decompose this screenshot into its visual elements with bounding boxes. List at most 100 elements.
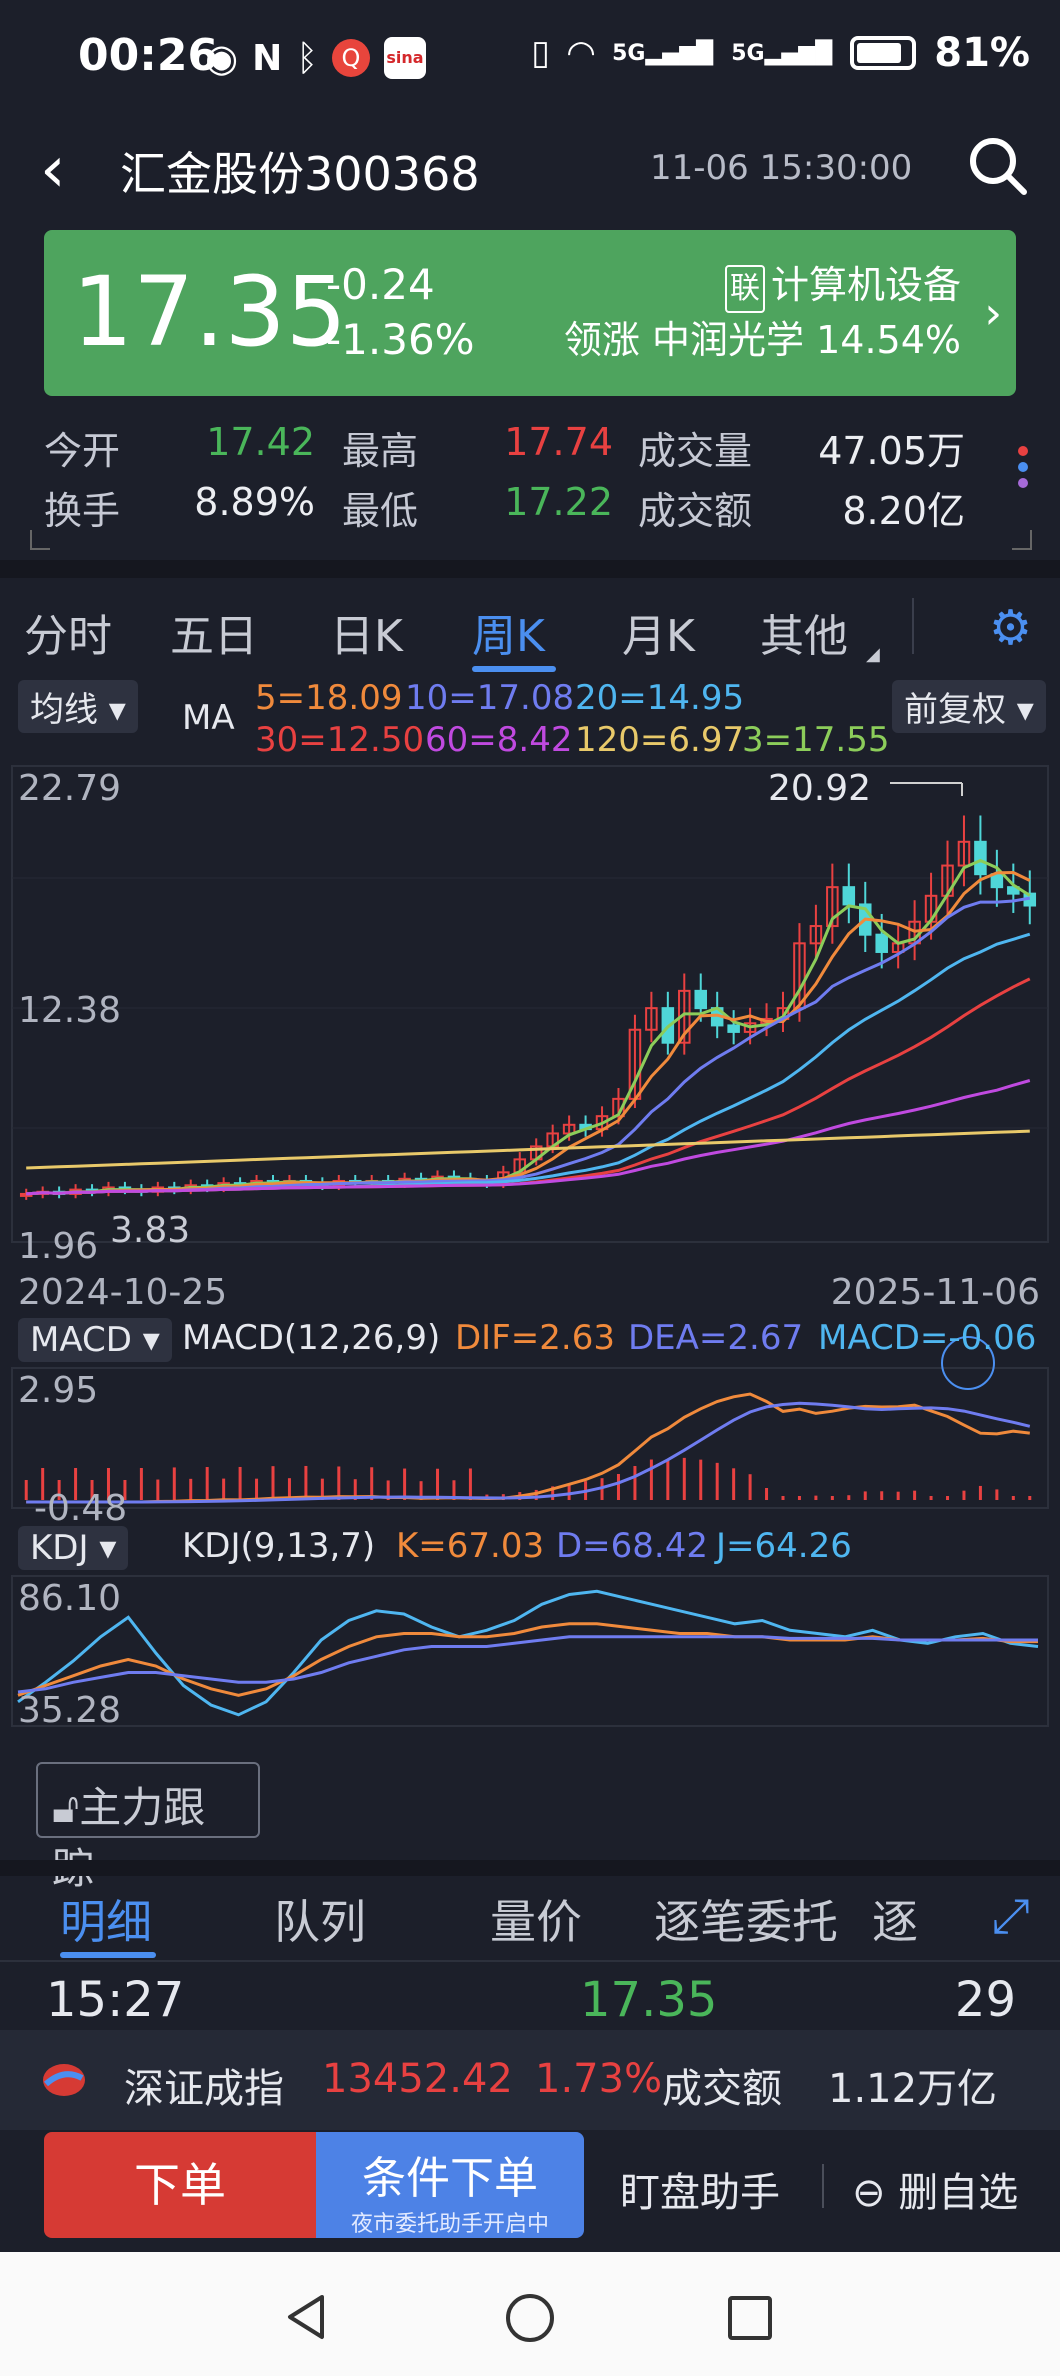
candle-body-52 (875, 933, 888, 953)
corner-mark-right (1012, 530, 1032, 550)
back-arrow-icon[interactable]: ‹ (40, 138, 66, 202)
d-line (17, 1635, 1038, 1694)
y-axis-low: 1.96 (18, 1226, 99, 1267)
tab-other[interactable]: 其他 (760, 600, 848, 664)
corner-mark-left (30, 530, 50, 550)
assistant-button[interactable]: 盯盘助手 (620, 2160, 780, 2218)
tab-monthly-k[interactable]: 月K (622, 600, 695, 664)
trade-price: 17.35 (580, 1972, 718, 2028)
price-change: -0.24 -1.36% (326, 258, 475, 367)
tab-volume-price[interactable]: 量价 (490, 1886, 582, 1952)
bluetooth-icon: ᛒ (296, 37, 318, 79)
trade-time: 15:27 (46, 1972, 185, 2028)
candle-body-50 (842, 886, 856, 906)
kdj-y-top: 86.10 (18, 1578, 122, 1619)
expand-icon[interactable]: ⤢ (992, 1888, 1030, 1945)
vibrate-icon: ▯ (531, 33, 550, 73)
main-force-track-button[interactable]: 🔓︎主力跟踪 (36, 1762, 260, 1893)
wifi-icon: ◠ (567, 33, 595, 73)
candle-body-59 (990, 873, 1004, 889)
kdj-y-low: 35.28 (18, 1690, 122, 1731)
search-icon[interactable] (966, 134, 1030, 198)
action-divider (822, 2164, 824, 2208)
order-button[interactable]: 下单 (44, 2132, 316, 2238)
system-nav-bar (0, 2252, 1060, 2376)
conditional-order-button[interactable]: 条件下单 夜市委托助手开启中 (316, 2132, 584, 2238)
min-price-label: 3.83 (110, 1210, 191, 1251)
volume-label: 成交量 (638, 429, 753, 473)
signal-5g-icon: 5G▂▄▆█ (612, 40, 714, 66)
ma5-label: 5=18.09 (255, 678, 403, 718)
ma20-label: 20=14.95 (575, 678, 745, 718)
volume-value: 47.05万 (818, 429, 965, 473)
low-value: 17.22 (504, 480, 613, 524)
industry-name: 计算机设备 (770, 263, 961, 307)
chart-canvas (11, 765, 1049, 1727)
sina-icon: sina (383, 37, 426, 79)
index-value: 13452.42 (322, 2056, 513, 2102)
trade-volume: 29 (954, 1972, 1016, 2028)
kdj-dropdown[interactable]: KDJ ▾ (18, 1526, 129, 1570)
chevron-right-icon: › (984, 288, 1002, 339)
index-pct: 1.73% (535, 2056, 663, 2102)
y-axis-top: 22.79 (18, 768, 122, 809)
adjust-dropdown[interactable]: 前复权 ▾ (892, 680, 1046, 733)
divider-2 (0, 1860, 1060, 1876)
high-value: 17.74 (504, 420, 613, 464)
macd-y-low: -0.48 (34, 1488, 128, 1529)
k-label: K=67.03 (396, 1526, 545, 1566)
industry-info: 联计算机设备 领涨 中润光学 14.54% (564, 258, 961, 368)
price-card[interactable]: 17.35 -0.24 -1.36% 联计算机设备 领涨 中润光学 14.54%… (44, 230, 1016, 396)
ma-dropdown[interactable]: 均线 ▾ (18, 680, 138, 733)
signal-5g-icon-2: 5G▂▄▆█ (731, 40, 833, 66)
remove-watchlist-button[interactable]: ⊖ 删自选 (852, 2160, 1018, 2218)
stock-title: 汇金股份300368 (120, 147, 480, 201)
kdj-panel-frame (11, 1575, 1049, 1727)
more-dots-icon[interactable] (1018, 440, 1032, 516)
ma3-label: 3=17.55 (742, 720, 890, 760)
date-end: 2025-11-06 (830, 1272, 1040, 1313)
nav-recents-icon[interactable] (726, 2294, 774, 2342)
ma120-line (26, 1129, 1030, 1170)
date-start: 2024-10-25 (18, 1272, 228, 1313)
tab-divider (912, 598, 914, 654)
index-amount-label: 成交额 (662, 2066, 782, 2112)
quote-stats: 今开 17.42 最高 17.74 成交量 47.05万 换手 8.89% 最低… (0, 410, 1060, 560)
tab-five-day[interactable]: 五日 (170, 600, 258, 664)
candle-body-58 (974, 840, 987, 876)
ma60-label: 60=8.42 (425, 720, 573, 760)
change-percent: -1.36% (326, 314, 475, 364)
ma5-line (26, 870, 1031, 1196)
tab-detail[interactable]: 明细 (60, 1886, 152, 1952)
minus-circle-icon: ⊖ (852, 2170, 886, 2216)
kline-chart[interactable]: 均线 ▾ MA 5=18.09 10=17.08 20=14.95 30=12.… (0, 678, 1060, 1740)
tab-order-by-order[interactable]: 逐笔委托 (654, 1886, 838, 1952)
y-axis-mid: 12.38 (18, 990, 122, 1031)
industry-tag: 联 (724, 265, 765, 313)
change-value: -0.24 (326, 260, 435, 309)
battery-level: 81% (934, 30, 1030, 76)
gear-icon[interactable]: ⚙ (989, 600, 1032, 656)
tab-weekly-k[interactable]: 周K (472, 600, 545, 664)
index-name: 深证成指 (124, 2066, 284, 2112)
tab-truncated[interactable]: 逐 (872, 1886, 918, 1952)
kdj-name: KDJ(9,13,7) (182, 1526, 376, 1566)
index-bar[interactable]: 深证成指 13452.42 1.73% 成交额 1.12万亿 (0, 2030, 1060, 2130)
caret-icon: ◢ (866, 644, 880, 665)
tab-daily-k[interactable]: 日K (330, 600, 403, 664)
open-label: 今开 (44, 429, 121, 473)
low-label: 最低 (342, 489, 419, 533)
status-icons: ◉ N ᛒ Q sina (205, 36, 426, 80)
index-amount: 1.12万亿 (828, 2066, 998, 2112)
macd-panel-frame (11, 1367, 1049, 1509)
tab-intraday[interactable]: 分时 (24, 600, 112, 664)
nav-home-icon[interactable] (504, 2292, 556, 2344)
macd-dropdown[interactable]: MACD ▾ (18, 1318, 172, 1362)
detail-tab-underline (60, 1952, 156, 1958)
tab-queue[interactable]: 队列 (274, 1886, 366, 1952)
nfc-icon: N (252, 37, 283, 79)
eye-icon: ◉ (205, 36, 239, 80)
dif-label: DIF=2.63 (455, 1318, 615, 1358)
action-bar: 下单 条件下单 夜市委托助手开启中 盯盘助手 ⊖ 删自选 (0, 2130, 1060, 2250)
nav-back-icon[interactable] (282, 2292, 332, 2342)
